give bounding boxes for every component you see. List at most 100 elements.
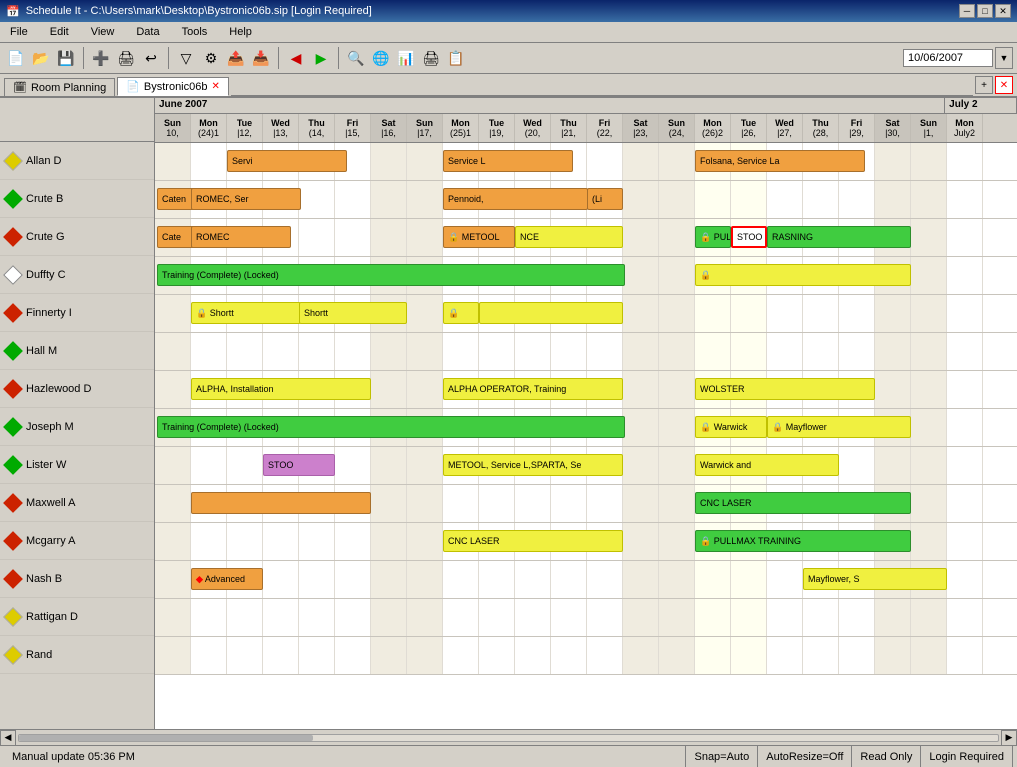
tab-close-all-button[interactable]: ✕ [995,76,1013,94]
bar-allan-2[interactable]: Service L [443,150,573,172]
add-button[interactable]: ➕ [89,46,113,70]
bar-hd-1[interactable]: ALPHA, Installation [191,378,371,400]
tab-new-button[interactable]: + [975,76,993,94]
tab-close-button[interactable]: ✕ [211,81,219,92]
resource-header [0,98,154,142]
status-snap: Snap=Auto [686,746,758,767]
forward-button[interactable]: ▶ [309,46,333,70]
bar-cg-6[interactable]: STOO [731,226,767,248]
toolbar-misc: 🔍 🌐 📊 🖨 📋 [344,46,468,70]
new-button[interactable]: 📄 [4,46,28,70]
bar-nb-1[interactable]: ◆Advanced [191,568,263,590]
gc-jm-22 [947,409,983,446]
scroll-left-button[interactable]: ◀ [0,730,16,746]
horizontal-scrollbar[interactable]: ◀ ▶ [0,729,1017,745]
bar-nb-2[interactable]: Mayflower, S [803,568,947,590]
undo-button[interactable]: ↩ [139,46,163,70]
gc-cb-21 [911,181,947,218]
minimize-button[interactable]: ─ [959,4,975,18]
bar-ma-1[interactable] [191,492,371,514]
bar-dc-2[interactable]: 🔒 [695,264,911,286]
bar-lw-2[interactable]: METOOL, Service L,SPARTA, Se [443,454,623,476]
tab-room-planning-icon: 🗓 [13,81,27,94]
bar-ma-2[interactable]: CNC LASER [695,492,911,514]
bar-lw-1[interactable]: STOO [263,454,335,476]
gc-dc-21 [911,257,947,294]
save-button[interactable]: 💾 [54,46,78,70]
import-button[interactable]: 📥 [249,46,273,70]
gc-hd-6 [371,371,407,408]
bar-fi-1[interactable]: 🔒 Shortt [191,302,301,324]
gc-rd-19 [839,599,875,636]
printer-button[interactable]: 🖨 [419,46,443,70]
bar-allan-3[interactable]: Folsana, Service La [695,150,865,172]
tools-button[interactable]: ⚙ [199,46,223,70]
menu-file[interactable]: File [4,24,34,40]
bar-fi-2[interactable]: Shortt [299,302,407,324]
gc-cb-22 [947,181,983,218]
scroll-thumb[interactable] [19,735,313,741]
gc-rd-21 [911,599,947,636]
bar-jm-1[interactable]: Training (Complete) (Locked) [157,416,625,438]
print-button[interactable]: 🖨 [114,46,138,70]
gc-hm-15 [695,333,731,370]
bar-hd-2[interactable]: ALPHA OPERATOR, Training [443,378,623,400]
scroll-track[interactable] [18,734,999,742]
bar-jm-3[interactable]: 🔒 Mayflower [767,416,911,438]
bar-cg-2[interactable]: ROMEC [191,226,291,248]
bar-cb-2[interactable]: ROMEC, Ser [191,188,301,210]
gc-rd-2 [227,599,263,636]
scroll-right-button[interactable]: ▶ [1001,730,1017,746]
close-button[interactable]: ✕ [995,4,1011,18]
bar-dc-1[interactable]: Training (Complete) (Locked) [157,264,625,286]
gc-hm-1 [191,333,227,370]
gc-cg-14 [659,219,695,256]
bar-fi-4[interactable] [479,302,623,324]
gc-mga-13 [623,523,659,560]
gc-rand-7 [407,637,443,674]
open-button[interactable]: 📂 [29,46,53,70]
menu-view[interactable]: View [85,24,121,40]
bar-mga-2[interactable]: 🔒 PULLMAX TRAINING [695,530,911,552]
back-button[interactable]: ◀ [284,46,308,70]
bar-cb-3[interactable]: Pennoid, [443,188,588,210]
gc-cg-13 [623,219,659,256]
tab-bystronic06b[interactable]: 📄 Bystronic06b ✕ [117,77,229,96]
grid-row-finnerty: 🔒 Shortt Shortt 🔒 [155,295,1017,333]
bar-cg-4[interactable]: NCE [515,226,623,248]
gc-allan-12 [587,143,623,180]
bar-cb-4[interactable]: (Li [587,188,623,210]
toolbar-tools-section: ▽ ⚙ 📤 📥 [174,46,273,70]
export-button[interactable]: 📤 [224,46,248,70]
menu-help[interactable]: Help [223,24,258,40]
bar-hd-3[interactable]: WOLSTER [695,378,875,400]
search-button[interactable]: 🔍 [344,46,368,70]
gc-cg-22 [947,219,983,256]
menu-edit[interactable]: Edit [44,24,75,40]
status-manual-update: Manual update 05:36 PM [4,746,686,767]
bar-cg-3[interactable]: 🔒 METOOL [443,226,515,248]
bar-fi-3[interactable]: 🔒 [443,302,479,324]
bar-jm-2[interactable]: 🔒 Warwick [695,416,767,438]
maximize-button[interactable]: □ [977,4,993,18]
date-dropdown-button[interactable]: ▼ [995,47,1013,69]
settings-button[interactable]: 📋 [444,46,468,70]
tab-room-planning[interactable]: 🗓 Room Planning [4,78,115,96]
chart-button[interactable]: 📊 [394,46,418,70]
web-button[interactable]: 🌐 [369,46,393,70]
filter-button[interactable]: ▽ [174,46,198,70]
menu-data[interactable]: Data [130,24,165,40]
gc-rand-0 [155,637,191,674]
gc-rd-7 [407,599,443,636]
gc-hm-22 [947,333,983,370]
bar-allan-1[interactable]: Servi [227,150,347,172]
bar-cg-5[interactable]: 🔒 PUL [695,226,731,248]
bar-lw-3[interactable]: Warwick and [695,454,839,476]
gc-dc-22 [947,257,983,294]
bar-mga-1[interactable]: CNC LASER [443,530,623,552]
date-input[interactable]: 10/06/2007 [903,49,993,67]
menu-tools[interactable]: Tools [176,24,214,40]
bar-cg-7[interactable]: RASNING [767,226,911,248]
gc-rd-10 [515,599,551,636]
toolbar: 📄 📂 💾 ➕ 🖨 ↩ ▽ ⚙ 📤 📥 ◀ ▶ 🔍 🌐 📊 🖨 📋 10/06/… [0,43,1017,74]
